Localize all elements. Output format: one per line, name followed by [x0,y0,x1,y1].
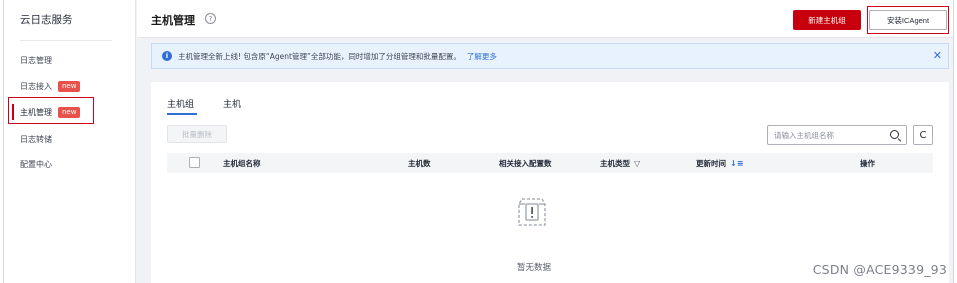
refresh-icon: C [919,129,927,141]
sidebar-item-label: 日志接入 [20,81,52,91]
sidebar-item-config-center[interactable]: 配置中心 [4,153,135,175]
watermark: CSDN @ACE9339_93 [812,262,947,277]
page-title: 主机管理 [151,14,195,27]
sidebar-item-label: 配置中心 [20,159,52,169]
sidebar: 云日志服务 日志管理 日志接入 new 主机管理 new 日志转储 配置中心 [4,0,136,283]
app-frame: 云日志服务 日志管理 日志接入 new 主机管理 new 日志转储 配置中心 主… [3,0,954,283]
page-header: 主机管理 ? 新建主机组 安装ICAgent [137,0,953,38]
install-icagent-button[interactable]: 安装ICAgent [869,10,947,30]
column-header-label: 主机类型 [600,159,630,168]
sidebar-item-host-management[interactable]: 主机管理 new [4,101,135,123]
column-header-group-name: 主机组名称 [223,159,261,168]
batch-delete-button[interactable]: 批量删除 [167,125,227,143]
notice-banner: i 主机管理全新上线! 包含原“Agent管理”全部功能，同时增加了分组管理和批… [151,43,949,69]
column-header-actions: 操作 [860,159,875,168]
sidebar-item-label: 日志管理 [20,55,52,65]
question-circle-icon[interactable]: ? [205,13,216,24]
sidebar-item-label: 主机管理 [20,107,52,117]
tab-host-group[interactable]: 主机组 [167,97,194,110]
sidebar-item-log-management[interactable]: 日志管理 [4,49,135,71]
info-icon: i [162,51,172,61]
new-badge: new [58,80,81,92]
new-badge: new [58,106,81,118]
empty-box-icon [518,198,546,226]
close-icon[interactable]: ✕ [933,49,942,62]
table-header: 主机组名称 主机数 相关接入配置数 主机类型 ▽ 更新时间 ↓≡ 操作 [167,153,933,173]
sidebar-item-log-ingestion[interactable]: 日志接入 new [4,75,135,97]
column-header-update-time: 更新时间 ↓≡ [696,158,743,169]
host-group-panel: 主机组 主机 批量删除 C 主机组名称 主机数 相关接入配置数 主机类型 ▽ [151,82,949,283]
new-host-group-button[interactable]: 新建主机组 [793,10,861,30]
sidebar-title: 云日志服务 [20,14,73,26]
empty-state-text: 暂无数据 [517,263,552,273]
search-box [767,125,907,145]
main-content: 主机管理 ? 新建主机组 安装ICAgent i 主机管理全新上线! 包含原“A… [137,0,953,283]
column-header-label: 更新时间 [696,159,726,168]
column-header-host-type: 主机类型 ▽ [600,158,640,169]
active-tab-indicator [167,113,197,115]
learn-more-link[interactable]: 了解更多 [467,51,497,62]
search-icon[interactable] [890,130,899,139]
active-indicator [12,104,14,120]
sort-icon[interactable]: ↓≡ [730,159,743,168]
column-header-host-count: 主机数 [408,159,431,168]
column-header-config-count: 相关接入配置数 [499,159,552,168]
notice-text: 主机管理全新上线! 包含原“Agent管理”全部功能，同时增加了分组管理和批量配… [178,51,461,61]
search-input[interactable] [774,128,884,142]
sidebar-item-log-transfer[interactable]: 日志转储 [4,128,135,150]
filter-icon[interactable]: ▽ [634,159,640,168]
sidebar-item-label: 日志转储 [20,134,52,144]
select-all-checkbox[interactable] [189,157,200,168]
tab-host[interactable]: 主机 [223,97,241,110]
sidebar-divider [20,40,112,41]
refresh-button[interactable]: C [913,125,933,145]
